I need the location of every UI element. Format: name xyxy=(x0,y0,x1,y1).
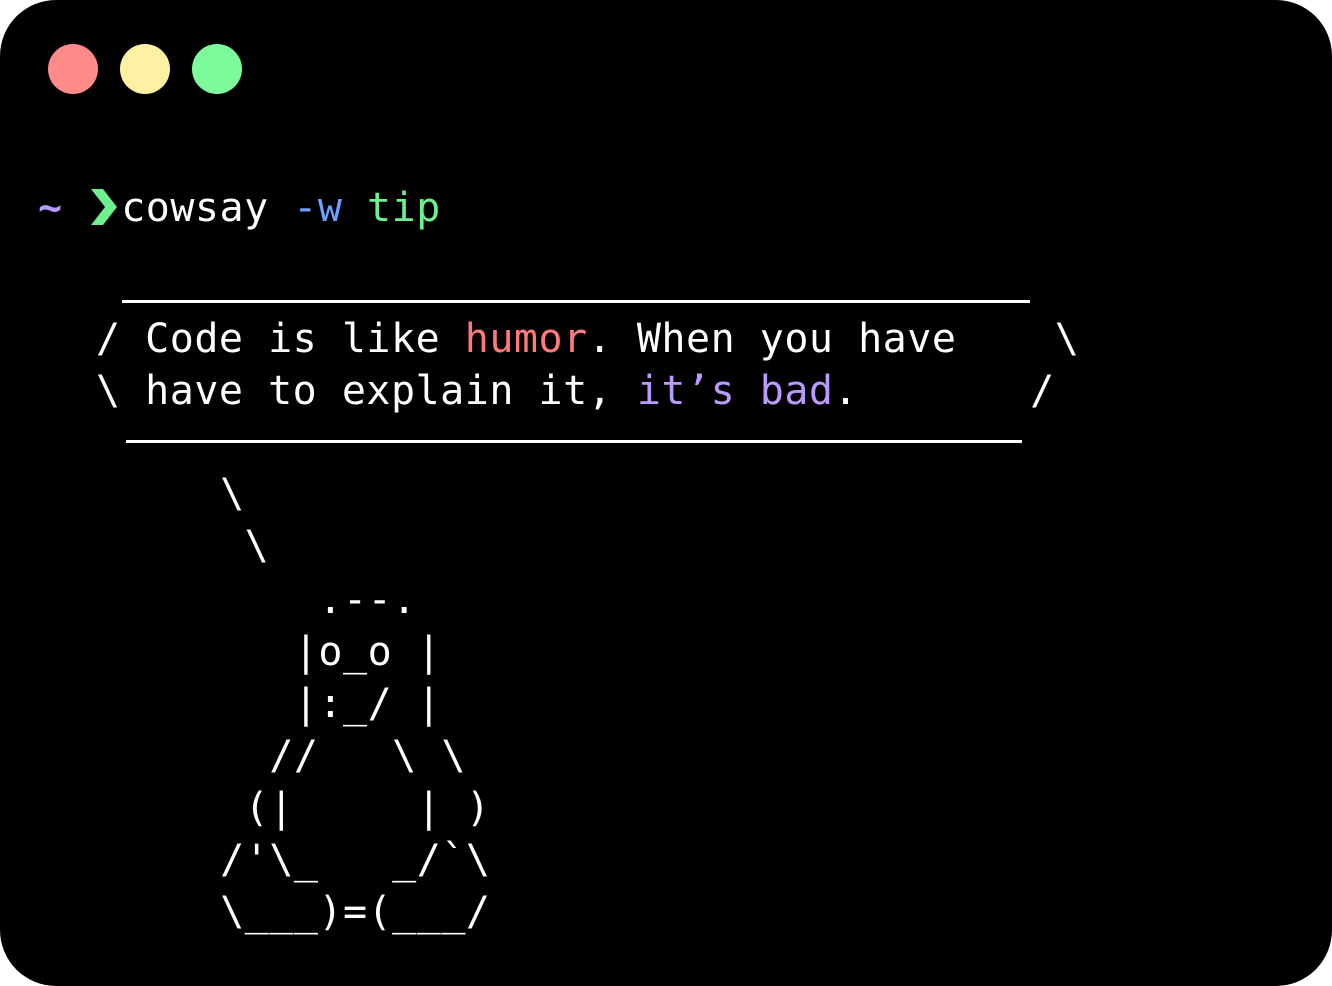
art-line: \ xyxy=(48,471,245,517)
bubble-bottom-border xyxy=(126,440,1022,443)
home-tilde: ~ xyxy=(38,185,63,231)
command-flag: -w xyxy=(293,185,343,231)
bubble-line-1: / Code is like humor. When you have \ xyxy=(96,316,1080,362)
art-line: \___)=(___/ xyxy=(48,889,491,935)
command-text: cowsay xyxy=(121,185,269,231)
terminal-window: ~ cowsay -w tip / Code is like humor. Wh… xyxy=(0,0,1332,986)
art-line: |:_/ | xyxy=(48,681,442,727)
art-line: .--. xyxy=(48,577,417,623)
highlight-its: it’s xyxy=(636,368,736,414)
art-line: (| | ) xyxy=(48,785,491,831)
bubble-line-2: \ have to explain it, it’s bad. / xyxy=(96,368,1055,414)
maximize-button[interactable] xyxy=(192,44,242,94)
art-line: // \ \ xyxy=(48,733,466,779)
art-line: /'\_ _/`\ xyxy=(48,837,491,883)
art-line: |o_o | xyxy=(48,629,442,675)
terminal-output: ~ cowsay -w tip / Code is like humor. Wh… xyxy=(38,0,1079,966)
highlight-bad: bad xyxy=(759,368,834,414)
prompt-chevron-icon xyxy=(87,182,121,234)
highlight-humor: humor xyxy=(464,316,588,362)
art-line: \ xyxy=(48,523,270,569)
bubble-top-border xyxy=(122,300,1030,303)
prompt-line: ~ cowsay -w tip xyxy=(38,182,441,234)
command-arg: tip xyxy=(367,185,441,231)
